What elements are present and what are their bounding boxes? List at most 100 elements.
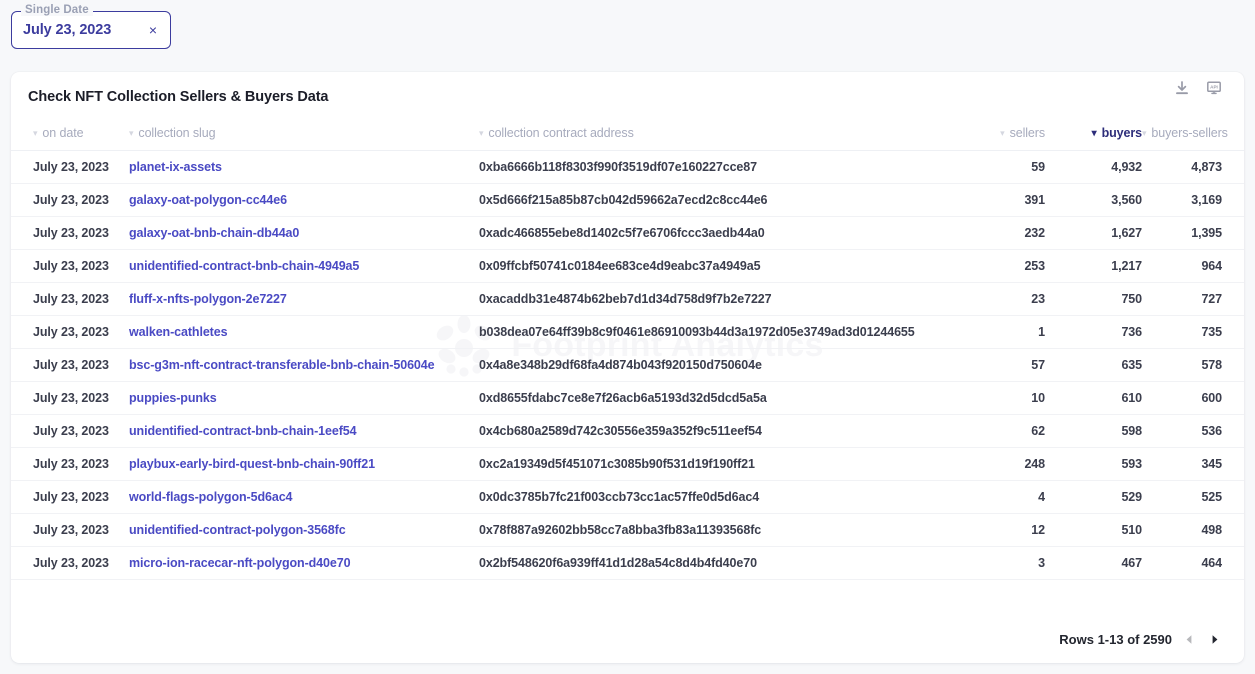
chevron-down-icon: ▾ — [129, 128, 134, 138]
cell-contract-address: 0x4a8e348b29df68fa4d874b043f920150d75060… — [479, 348, 949, 382]
cell-on-date: July 23, 2023 — [11, 315, 129, 349]
column-header-collection-slug[interactable]: ▾ collection slug — [129, 120, 479, 151]
collection-slug-link[interactable]: unidentified-contract-bnb-chain-4949a5 — [129, 259, 359, 273]
clear-date-icon[interactable]: × — [146, 21, 160, 39]
data-card: Check NFT Collection Sellers & Buyers Da… — [11, 72, 1244, 663]
column-header-contract-address[interactable]: ▾ collection contract address — [479, 120, 949, 151]
svg-text:API: API — [1210, 85, 1218, 90]
cell-sellers: 3 — [949, 546, 1045, 580]
column-label: buyers-sellers — [1151, 126, 1228, 140]
cell-contract-address: b038dea07e64ff39b8c9f0461e86910093b44d3a… — [479, 315, 949, 349]
collection-slug-link[interactable]: fluff-x-nfts-polygon-2e7227 — [129, 292, 287, 306]
collection-slug-link[interactable]: world-flags-polygon-5d6ac4 — [129, 490, 293, 504]
cell-collection-slug: unidentified-contract-bnb-chain-4949a5 — [129, 249, 479, 283]
contract-address-text: 0xacaddb31e4874b62beb7d1d34d758d9f7b2e72… — [479, 292, 772, 306]
collection-slug-link[interactable]: micro-ion-racecar-nft-polygon-d40e70 — [129, 556, 351, 570]
column-header-buyers-sellers[interactable]: ▾ buyers-sellers — [1142, 120, 1244, 151]
table-row: July 23, 2023 micro-ion-racecar-nft-polyg… — [11, 546, 1244, 580]
cell-contract-address: 0x5d666f215a85b87cb042d59662a7ecd2c8cc44… — [479, 183, 949, 217]
cell-contract-address: 0x0dc3785b7fc21f003ccb73cc1ac57ffe0d5d6a… — [479, 480, 949, 514]
pagination-label: Rows 1-13 of 2590 — [1059, 632, 1172, 647]
chevron-down-icon: ▾ — [1000, 128, 1005, 138]
previous-page-button[interactable] — [1182, 632, 1197, 647]
contract-address-text: b038dea07e64ff39b8c9f0461e86910093b44d3a… — [479, 325, 915, 339]
cell-buyers: 610 — [1045, 381, 1142, 415]
cell-buyers: 4,932 — [1045, 150, 1142, 184]
collection-slug-link[interactable]: bsc-g3m-nft-contract-transferable-bnb-ch… — [129, 358, 435, 372]
cell-buyers: 736 — [1045, 315, 1142, 349]
table-row: July 23, 2023 walken-cathletes b038dea07e6… — [11, 315, 1244, 349]
contract-address-text: 0x5d666f215a85b87cb042d59662a7ecd2c8cc44… — [479, 193, 768, 207]
cell-sellers: 1 — [949, 315, 1045, 349]
table-row: July 23, 2023 galaxy-oat-polygon-cc44e6 0x… — [11, 183, 1244, 217]
cell-on-date: July 23, 2023 — [11, 183, 129, 217]
collection-slug-link[interactable]: galaxy-oat-polygon-cc44e6 — [129, 193, 287, 207]
collection-slug-link[interactable]: unidentified-contract-polygon-3568fc — [129, 523, 346, 537]
table-row: July 23, 2023 galaxy-oat-bnb-chain-db44a0… — [11, 216, 1244, 250]
chevron-down-icon: ▾ — [33, 128, 38, 138]
cell-buyers-sellers: 4,873 — [1142, 150, 1244, 184]
card-actions: API — [1174, 80, 1222, 96]
table-row: July 23, 2023 puppies-punks 0xd8655fdabc7c… — [11, 381, 1244, 415]
column-label: collection slug — [138, 126, 216, 140]
cell-buyers: 3,560 — [1045, 183, 1142, 217]
cell-sellers: 232 — [949, 216, 1045, 250]
cell-contract-address: 0xadc466855ebe8d1402c5f7e6706fccc3aedb44… — [479, 216, 949, 250]
cell-on-date: July 23, 2023 — [11, 249, 129, 283]
cell-collection-slug: world-flags-polygon-5d6ac4 — [129, 480, 479, 514]
cell-collection-slug: unidentified-contract-bnb-chain-1eef54 — [129, 414, 479, 448]
cell-contract-address: 0x09ffcbf50741c0184ee683ce4d9eabc37a4949… — [479, 249, 949, 283]
collection-slug-link[interactable]: walken-cathletes — [129, 325, 228, 339]
cell-buyers: 1,217 — [1045, 249, 1142, 283]
cell-collection-slug: micro-ion-racecar-nft-polygon-d40e70 — [129, 546, 479, 580]
collection-slug-link[interactable]: playbux-early-bird-quest-bnb-chain-90ff2… — [129, 457, 375, 471]
cell-collection-slug: unidentified-contract-polygon-3568fc — [129, 513, 479, 547]
cell-buyers-sellers: 536 — [1142, 414, 1244, 448]
table-row: July 23, 2023 unidentified-contract-bnb-c… — [11, 249, 1244, 283]
cell-collection-slug: walken-cathletes — [129, 315, 479, 349]
cell-buyers: 510 — [1045, 513, 1142, 547]
cell-buyers: 750 — [1045, 282, 1142, 316]
cell-buyers-sellers: 1,395 — [1142, 216, 1244, 250]
column-label: buyers — [1101, 126, 1143, 140]
collection-slug-link[interactable]: planet-ix-assets — [129, 160, 222, 174]
column-header-sellers[interactable]: ▾ sellers — [949, 120, 1045, 151]
cell-contract-address: 0xd8655fdabc7ce8e7f26acb6a5193d32d5dcd5a… — [479, 381, 949, 415]
next-page-button[interactable] — [1207, 632, 1222, 647]
pagination: Rows 1-13 of 2590 — [1059, 632, 1222, 647]
table-row: July 23, 2023 bsc-g3m-nft-contract-transf… — [11, 348, 1244, 382]
cell-collection-slug: bsc-g3m-nft-contract-transferable-bnb-ch… — [129, 348, 479, 382]
column-header-buyers[interactable]: ▾ buyers — [1045, 120, 1142, 151]
page-title: Check NFT Collection Sellers & Buyers Da… — [28, 89, 329, 105]
cell-buyers: 1,627 — [1045, 216, 1142, 250]
cell-sellers: 253 — [949, 249, 1045, 283]
cell-sellers: 12 — [949, 513, 1045, 547]
cell-sellers: 59 — [949, 150, 1045, 184]
cell-buyers: 635 — [1045, 348, 1142, 382]
chevron-down-icon: ▾ — [479, 128, 484, 138]
contract-address-text: 0x0dc3785b7fc21f003ccb73cc1ac57ffe0d5d6a… — [479, 490, 760, 504]
collection-slug-link[interactable]: unidentified-contract-bnb-chain-1eef54 — [129, 424, 357, 438]
cell-buyers-sellers: 964 — [1142, 249, 1244, 283]
collection-slug-link[interactable]: puppies-punks — [129, 391, 217, 405]
cell-buyers: 593 — [1045, 447, 1142, 481]
column-header-on-date[interactable]: ▾ on date — [11, 120, 129, 151]
api-icon[interactable]: API — [1206, 80, 1222, 96]
download-icon[interactable] — [1174, 80, 1190, 96]
cell-collection-slug: galaxy-oat-bnb-chain-db44a0 — [129, 216, 479, 250]
cell-buyers: 529 — [1045, 480, 1142, 514]
cell-on-date: July 23, 2023 — [11, 480, 129, 514]
cell-buyers-sellers: 600 — [1142, 381, 1244, 415]
collection-slug-link[interactable]: galaxy-oat-bnb-chain-db44a0 — [129, 226, 299, 240]
cell-on-date: July 23, 2023 — [11, 414, 129, 448]
column-label: sellers — [1009, 126, 1046, 140]
cell-sellers: 23 — [949, 282, 1045, 316]
cell-collection-slug: playbux-early-bird-quest-bnb-chain-90ff2… — [129, 447, 479, 481]
table-row: July 23, 2023 planet-ix-assets 0xba6666b11… — [11, 150, 1244, 184]
table-body: July 23, 2023 planet-ix-assets 0xba6666b11… — [11, 150, 1244, 580]
contract-address-text: 0xadc466855ebe8d1402c5f7e6706fccc3aedb44… — [479, 226, 765, 240]
single-date-picker[interactable]: Single Date July 23, 2023 × — [11, 4, 171, 49]
cell-contract-address: 0x2bf548620f6a939ff41d1d28a54c8d4b4fd40e… — [479, 546, 949, 580]
date-filter-value[interactable]: July 23, 2023 — [23, 22, 146, 38]
cell-contract-address: 0x4cb680a2589d742c30556e359a352f9c511eef… — [479, 414, 949, 448]
